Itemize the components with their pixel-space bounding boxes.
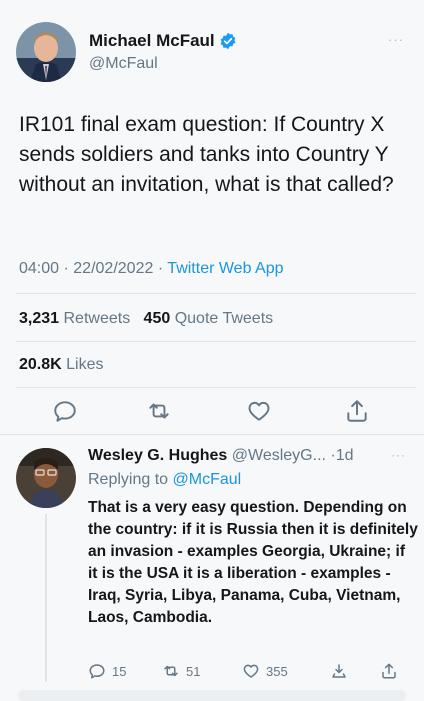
reply-more-options-icon[interactable]: ··· xyxy=(391,448,406,462)
reply-actions: 15 51 355 xyxy=(0,662,424,684)
reply-text: That is a very easy question. Depending … xyxy=(88,499,418,626)
author-name-text: Michael McFaul xyxy=(89,31,215,50)
reply-age[interactable]: 1d xyxy=(336,447,354,464)
more-options-icon[interactable]: ··· xyxy=(388,32,404,47)
retweet-stats: 3,231 Retweets 450 Quote Tweets xyxy=(19,310,273,328)
replying-to-mention[interactable]: @McFaul xyxy=(173,471,242,488)
retweet-icon xyxy=(164,665,178,677)
divider xyxy=(16,387,416,388)
retweet-count: 51 xyxy=(186,663,201,679)
author-handle[interactable]: @McFaul xyxy=(89,55,158,73)
tweet-date[interactable]: 22/02/2022 xyxy=(73,260,153,277)
like-count: 355 xyxy=(266,663,288,679)
meta-separator: · xyxy=(157,260,168,277)
tweet-time[interactable]: 04:00 xyxy=(19,260,59,277)
reply-author-handle[interactable]: @WesleyG... xyxy=(232,447,326,464)
divider xyxy=(16,293,416,294)
reply-count: 15 xyxy=(112,663,127,679)
reply-author-name[interactable]: Wesley G. Hughes xyxy=(88,447,227,464)
retweets-label: Retweets xyxy=(63,310,131,327)
reply-download-button[interactable] xyxy=(330,662,354,680)
tweet-text: IR101 final exam question: If Country X … xyxy=(19,113,394,196)
tweet-actions xyxy=(0,398,424,426)
reply-reply-button[interactable]: 15 xyxy=(88,662,126,680)
share-icon xyxy=(382,663,396,679)
download-icon xyxy=(332,664,346,678)
reply-retweet-button[interactable]: 51 xyxy=(162,662,200,680)
reply-icon xyxy=(89,664,105,679)
likes-count: 20.8K xyxy=(19,356,62,373)
quote-label: Quote Tweets xyxy=(174,310,274,327)
replying-to: Replying to @McFaul xyxy=(88,471,241,489)
like-heart-icon[interactable] xyxy=(246,398,272,424)
reply-header: Wesley G. Hughes @WesleyG... ·1d xyxy=(88,447,354,465)
retweets-link[interactable]: 3,231 Retweets xyxy=(19,310,130,327)
meta-separator: · xyxy=(63,260,74,277)
author-name[interactable]: Michael McFaul xyxy=(89,31,237,51)
retweets-count: 3,231 xyxy=(19,310,60,327)
likes-label: Likes xyxy=(66,356,104,373)
reply-share-button[interactable] xyxy=(380,662,404,680)
replying-to-label: Replying to xyxy=(88,471,169,488)
quote-tweets-link[interactable]: 450 Quote Tweets xyxy=(144,310,274,327)
reply-like-button[interactable]: 355 xyxy=(242,662,288,680)
quote-count: 450 xyxy=(143,310,171,327)
share-icon[interactable] xyxy=(344,398,370,424)
likes-link[interactable]: 20.8K Likes xyxy=(19,356,104,374)
tweet-source-app[interactable]: Twitter Web App xyxy=(167,260,283,277)
reply-avatar[interactable] xyxy=(16,448,76,508)
verified-badge-icon xyxy=(220,32,236,50)
tweet-meta: 04:00 · 22/02/2022 · Twitter Web App xyxy=(19,260,284,278)
like-heart-icon xyxy=(243,664,259,678)
retweet-icon[interactable] xyxy=(146,398,172,424)
avatar[interactable] xyxy=(16,22,76,82)
thread-line xyxy=(45,514,47,682)
divider xyxy=(0,434,424,435)
divider xyxy=(16,341,416,342)
bottom-bar xyxy=(18,690,406,701)
reply-icon[interactable] xyxy=(52,398,78,424)
